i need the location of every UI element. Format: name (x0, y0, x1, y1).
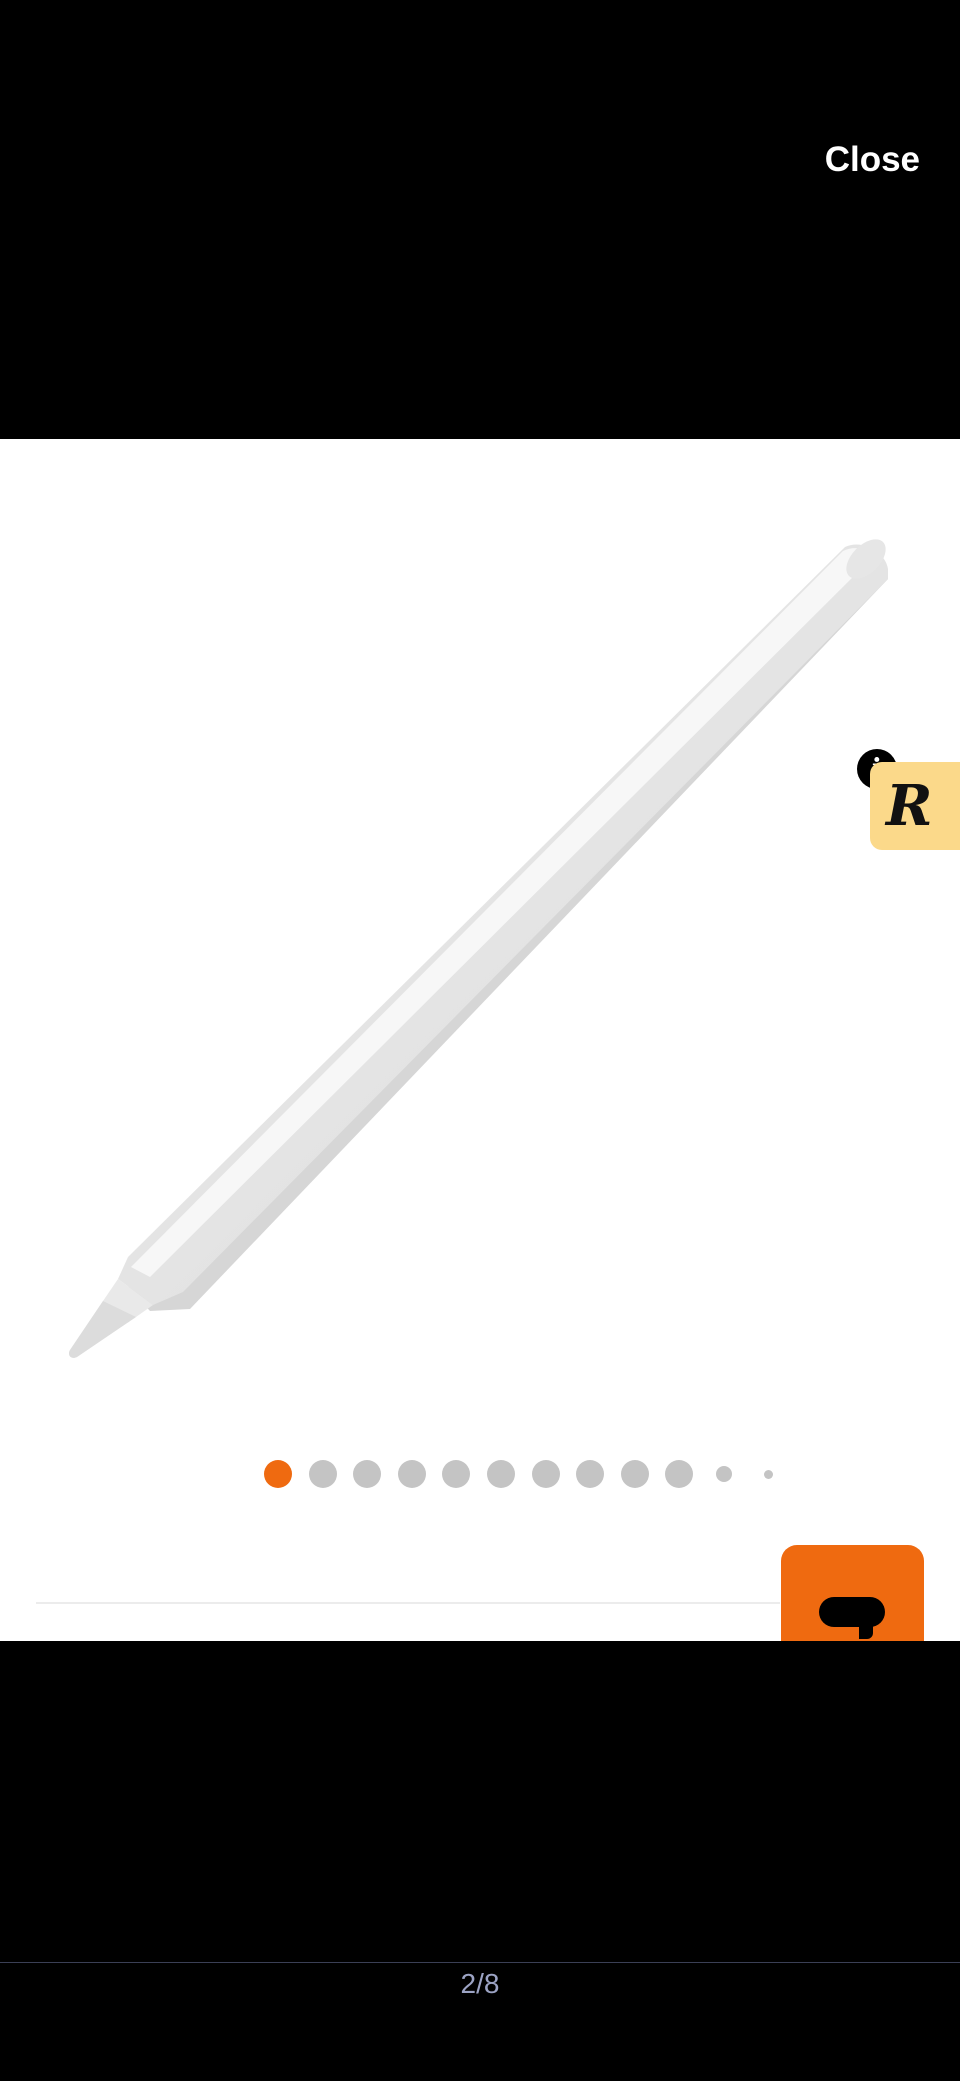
rewards-logo-icon: R (886, 773, 933, 839)
chat-bubble-icon (819, 1597, 885, 1627)
chat-button[interactable] (781, 1545, 924, 1641)
rewards-widget[interactable]: R (870, 762, 960, 850)
divider (36, 1602, 780, 1604)
carousel-dot[interactable] (442, 1460, 471, 1488)
chat-bubble-tail (859, 1625, 873, 1639)
pager-divider (0, 1962, 960, 1963)
carousel-dot[interactable] (531, 1460, 560, 1488)
carousel-dot[interactable] (576, 1460, 605, 1488)
carousel-dot[interactable] (620, 1460, 649, 1488)
carousel-dot[interactable] (716, 1466, 732, 1482)
page-counter: 2/8 (460, 1968, 500, 1999)
carousel-dot[interactable] (353, 1460, 382, 1488)
carousel-dot[interactable] (487, 1460, 515, 1488)
carousel-dot[interactable] (264, 1460, 292, 1488)
image-viewer[interactable]: i R (0, 439, 960, 1641)
close-button[interactable]: Close (825, 140, 920, 180)
carousel-dot[interactable] (397, 1460, 426, 1488)
carousel-dot[interactable] (665, 1460, 694, 1488)
carousel-dots (0, 1458, 960, 1490)
carousel-dot[interactable] (308, 1460, 337, 1488)
carousel-dot[interactable] (764, 1469, 774, 1479)
